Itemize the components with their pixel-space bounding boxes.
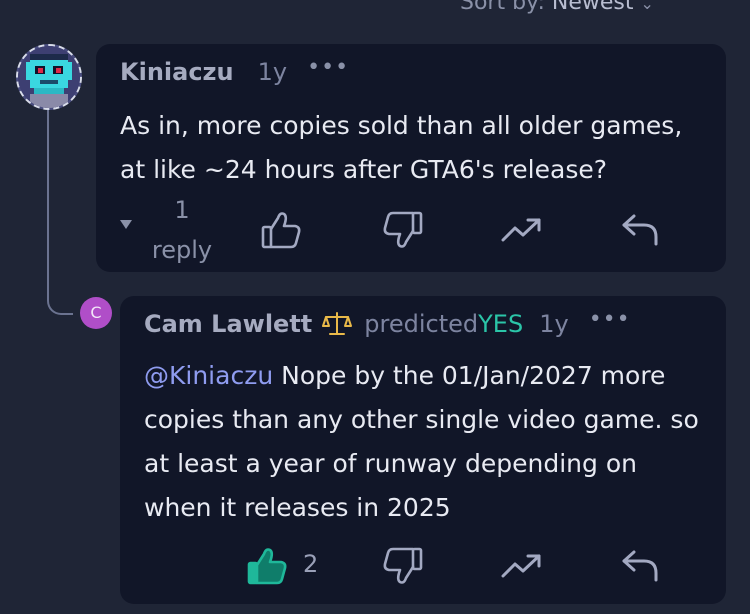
comment-line: at least a year of runway depending on — [144, 449, 637, 478]
thread-connector — [47, 100, 73, 315]
comment-header: Kiniaczu 1y ••• — [120, 55, 349, 87]
thumbs-down-icon[interactable] — [380, 208, 424, 252]
thumbs-up-icon[interactable] — [260, 208, 304, 252]
comment-text: @Kiniaczu Nope by the 01/Jan/2027 more c… — [144, 354, 699, 530]
comment-line: Nope by the 01/Jan/2027 more — [281, 361, 666, 390]
sort-control[interactable]: Sort by: Newest ⌄ — [460, 0, 654, 15]
sort-label: Sort by: — [460, 0, 545, 15]
comment-time[interactable]: 1y — [258, 58, 287, 86]
scales-icon — [322, 311, 353, 337]
caret-down-icon[interactable] — [118, 216, 134, 232]
like-count: 2 — [303, 550, 319, 578]
comment-header: Cam Lawlett predictedYES 1y ••• — [144, 307, 631, 339]
prediction-value: YES — [478, 310, 524, 338]
thumbs-up-icon[interactable] — [246, 544, 290, 588]
trending-up-icon[interactable] — [500, 214, 544, 246]
chevron-down-icon: ⌄ — [640, 0, 654, 13]
reply-icon[interactable] — [620, 548, 660, 584]
comment-line: As in, more copies sold than all older g… — [120, 111, 683, 140]
user-mention[interactable]: @Kiniaczu — [144, 361, 273, 390]
comment-card: Kiniaczu 1y ••• As in, more copies sold … — [96, 44, 726, 272]
comment-line: when it releases in 2025 — [144, 493, 451, 522]
comment-time[interactable]: 1y — [539, 310, 568, 338]
author-name[interactable]: Cam Lawlett — [144, 310, 312, 338]
reply-comment-card: Cam Lawlett predictedYES 1y ••• @Kiniacz… — [120, 296, 726, 604]
comment-line: copies than any other single video game.… — [144, 405, 699, 434]
sort-value: Newest — [551, 0, 634, 15]
avatar[interactable]: C — [80, 297, 112, 329]
comment-text: As in, more copies sold than all older g… — [120, 104, 682, 192]
more-options-icon[interactable]: ••• — [589, 307, 631, 332]
author-name[interactable]: Kiniaczu — [120, 58, 234, 86]
pixel-avatar-icon — [18, 46, 80, 108]
reply-count: 1 — [174, 196, 190, 224]
trending-up-icon[interactable] — [500, 550, 544, 582]
avatar[interactable] — [16, 44, 82, 110]
thumbs-down-icon[interactable] — [380, 544, 424, 588]
replies-toggle[interactable]: 1 reply — [144, 190, 220, 270]
reply-icon[interactable] — [620, 212, 660, 248]
prediction-label: predictedYES — [364, 310, 524, 338]
reply-label: reply — [151, 236, 213, 264]
more-options-icon[interactable]: ••• — [307, 55, 349, 80]
comment-line: at like ~24 hours after GTA6's release? — [120, 155, 607, 184]
